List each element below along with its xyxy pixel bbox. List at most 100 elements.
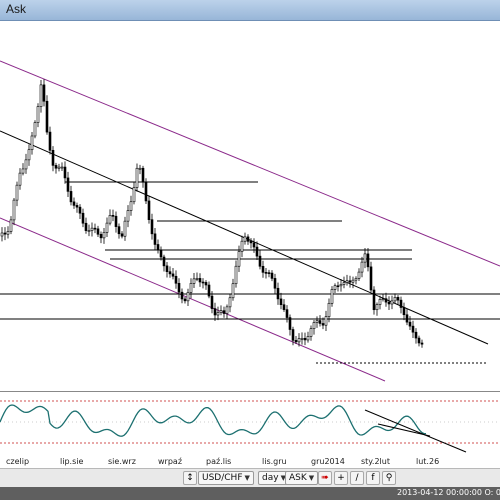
candle-body xyxy=(237,251,241,267)
candle-body xyxy=(141,167,145,183)
x-tick-label: sie.wrz xyxy=(108,457,136,466)
candle-body xyxy=(249,241,253,244)
osc-trendline[interactable] xyxy=(364,409,467,453)
candle-body xyxy=(126,210,130,222)
candle-body xyxy=(15,184,19,201)
candle-body xyxy=(105,222,109,233)
candle-body xyxy=(111,215,115,217)
candle-body xyxy=(207,284,211,297)
candle-body xyxy=(222,310,226,314)
candle-body xyxy=(45,100,49,133)
candle-body xyxy=(228,297,232,308)
candle-body xyxy=(252,242,256,248)
candle-body xyxy=(108,215,112,224)
candle-body xyxy=(333,285,337,290)
candle-body xyxy=(147,200,151,220)
candle-body xyxy=(96,228,100,235)
candle-body xyxy=(132,187,136,203)
candle-body xyxy=(51,149,55,166)
candle-body xyxy=(381,298,385,300)
candle-body xyxy=(36,106,40,123)
x-tick-label: sty.2lut xyxy=(361,457,390,466)
x-tick-label: czelip xyxy=(6,457,30,466)
candle-body xyxy=(363,253,367,263)
pair-select-label: USD/CHF xyxy=(202,473,243,483)
candle-body xyxy=(414,331,418,339)
candle-body xyxy=(63,166,67,179)
status-text: 2013-04-12 00:00:00 O: 0,94 xyxy=(397,488,500,497)
candle-body xyxy=(369,266,373,291)
crosshair-icon[interactable]: + xyxy=(334,471,348,485)
candle-body xyxy=(297,338,301,343)
candle-body xyxy=(273,278,277,289)
x-tick-label: lip.sie xyxy=(60,457,84,466)
candle-body xyxy=(165,265,169,272)
window-title: Ask xyxy=(6,2,27,16)
candle-body xyxy=(240,240,244,252)
x-tick-label: lis.gru xyxy=(262,457,287,466)
candle-body xyxy=(342,282,346,285)
arrow-icon[interactable]: ↕ xyxy=(183,471,197,485)
candle-body xyxy=(327,302,331,317)
candle-body xyxy=(129,201,133,211)
candle-body xyxy=(84,222,88,231)
candle-body xyxy=(411,325,415,333)
candle-body xyxy=(318,320,322,324)
candle-body xyxy=(60,166,64,169)
candle-body xyxy=(57,166,61,169)
candle-body xyxy=(306,336,310,341)
status-bar: 2013-04-12 00:00:00 O: 0,94 xyxy=(0,487,500,500)
candle-body xyxy=(312,322,316,329)
pointer-icon[interactable]: ➠ xyxy=(318,471,332,485)
pair-select[interactable]: USD/CHF ▼ xyxy=(198,471,254,485)
candle-body xyxy=(117,226,121,235)
candle-body xyxy=(0,232,4,237)
candle-body xyxy=(3,232,7,235)
candle-body xyxy=(372,289,376,311)
candle-body xyxy=(78,206,82,214)
x-tick-label: lut.26 xyxy=(416,457,440,466)
candle-body xyxy=(114,215,118,227)
candle-body xyxy=(135,167,139,188)
candle-body xyxy=(123,220,127,237)
x-tick-label: gru2014 xyxy=(311,457,345,466)
candle-body xyxy=(21,168,25,174)
candle-body xyxy=(144,181,148,202)
candle-body xyxy=(195,278,199,280)
candle-body xyxy=(183,298,187,302)
oscillator-pane[interactable] xyxy=(0,392,500,456)
candle-body xyxy=(216,312,220,316)
candle-body xyxy=(324,316,328,326)
line-tool-icon[interactable]: ∕ xyxy=(350,471,364,485)
candle-body xyxy=(294,340,298,343)
candle-body xyxy=(156,244,160,251)
candle-body xyxy=(399,299,403,308)
candle-body xyxy=(300,338,304,340)
candle-body xyxy=(93,227,97,230)
candle-body xyxy=(153,233,157,245)
x-tick-label: wrpaź xyxy=(158,457,183,466)
candle-body xyxy=(177,282,181,293)
candle-body xyxy=(354,278,358,281)
x-axis: czelip lip.sie sie.wrz wrpaź paź.lis lis.gru g… xyxy=(0,456,500,468)
candle-body xyxy=(81,212,85,224)
candle-body xyxy=(30,135,34,151)
chart-toolbar: ↕ USD/CHF ▼ day ▼ ASK ▼ ➠ + ∕ f ⚲ xyxy=(0,468,500,487)
price-chart[interactable] xyxy=(0,21,500,391)
indicator-icon[interactable]: f xyxy=(366,471,380,485)
candle-body xyxy=(204,282,208,286)
candle-body xyxy=(291,329,295,341)
candle-body xyxy=(87,230,91,232)
channel-lower-line[interactable] xyxy=(0,217,386,382)
candle-body xyxy=(210,295,214,309)
candle-body xyxy=(171,273,175,277)
side-select[interactable]: ASK ▼ xyxy=(285,471,319,485)
candle-body xyxy=(180,291,184,300)
candle-body xyxy=(417,337,421,344)
candle-body xyxy=(396,297,400,301)
candle-body xyxy=(99,233,103,239)
candle-body xyxy=(246,236,250,242)
candle-body xyxy=(378,299,382,305)
zoom-icon[interactable]: ⚲ xyxy=(382,471,396,485)
candle-body xyxy=(303,338,307,341)
